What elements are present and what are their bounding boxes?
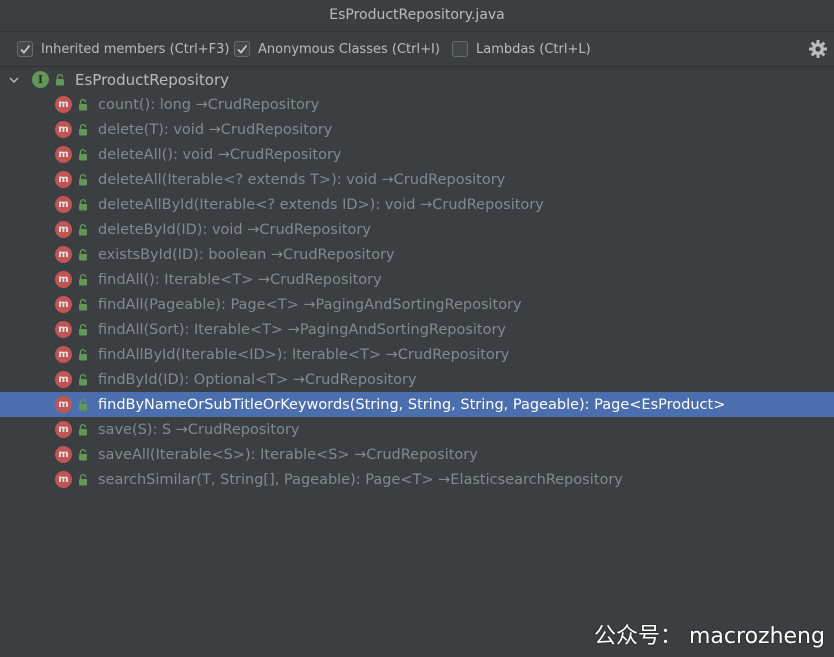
method-icon: m xyxy=(55,471,72,488)
method-label: saveAll(Iterable<S>): Iterable<S> →CrudR… xyxy=(98,446,478,463)
method-icon: m xyxy=(55,121,72,138)
method-list-item[interactable]: m delete(T): void →CrudRepository xyxy=(0,117,834,142)
anonymous-classes-label: Anonymous Classes (Ctrl+I) xyxy=(258,41,440,57)
method-label: save(S): S →CrudRepository xyxy=(98,421,300,438)
method-list-item[interactable]: m findAllById(Iterable<ID>): Iterable<T> … xyxy=(0,342,834,367)
method-label: findByNameOrSubTitleOrKeywords(String, S… xyxy=(98,396,726,413)
unlock-icon xyxy=(79,198,87,210)
unlock-icon xyxy=(79,98,87,110)
root-label: EsProductRepository xyxy=(75,70,230,89)
unlock-icon xyxy=(79,223,87,235)
watermark: 公众号： macrozheng xyxy=(594,624,825,649)
method-icon: m xyxy=(55,196,72,213)
method-list-item[interactable]: m findAll(Pageable): Page<T> →PagingAndSo… xyxy=(0,292,834,317)
method-list-item[interactable]: m save(S): S →CrudRepository xyxy=(0,417,834,442)
method-icon: m xyxy=(55,146,72,163)
method-label: count(): long →CrudRepository xyxy=(98,96,320,113)
filter-toolbar: Inherited members (Ctrl+F3) Anonymous Cl… xyxy=(0,32,834,67)
inherited-members-checkbox[interactable]: Inherited members (Ctrl+F3) xyxy=(17,40,230,58)
unlock-icon xyxy=(79,398,87,410)
method-list-item[interactable]: m deleteAll(Iterable<? extends T>): void … xyxy=(0,167,834,192)
method-label: findAllById(Iterable<ID>): Iterable<T> →… xyxy=(98,346,510,363)
method-label: deleteAll(Iterable<? extends T>): void →… xyxy=(98,171,506,188)
method-icon: m xyxy=(55,396,72,413)
lock-icon xyxy=(56,73,64,85)
method-label: findAll(Sort): Iterable<T> →PagingAndSor… xyxy=(98,321,506,338)
method-list-item[interactable]: m count(): long →CrudRepository xyxy=(0,92,834,117)
structure-tree: I EsProductRepository m count(): long →Cr… xyxy=(0,67,834,657)
method-list-item[interactable]: m findById(ID): Optional<T> →CrudReposito… xyxy=(0,367,834,392)
inherited-members-label: Inherited members (Ctrl+F3) xyxy=(41,41,230,57)
method-icon: m xyxy=(55,296,72,313)
chevron-down-icon[interactable] xyxy=(8,74,20,86)
method-label: searchSimilar(T, String[], Pageable): Pa… xyxy=(98,471,623,488)
method-icon: m xyxy=(55,246,72,263)
method-icon: m xyxy=(55,321,72,338)
unlock-icon xyxy=(79,123,87,135)
unlock-icon xyxy=(79,473,87,485)
method-label: deleteAllById(Iterable<? extends ID>): v… xyxy=(98,196,544,213)
popup-title: EsProductRepository.java xyxy=(0,0,834,32)
gear-icon[interactable] xyxy=(808,39,828,59)
method-label: findAll(Pageable): Page<T> →PagingAndSor… xyxy=(98,296,522,313)
unlock-icon xyxy=(79,348,87,360)
interface-icon: I xyxy=(32,71,49,88)
method-label: deleteById(ID): void →CrudRepository xyxy=(98,221,371,238)
method-icon: m xyxy=(55,96,72,113)
unlock-icon xyxy=(79,148,87,160)
method-icon: m xyxy=(55,446,72,463)
unlock-icon xyxy=(79,298,87,310)
method-icon: m xyxy=(55,271,72,288)
method-label: delete(T): void →CrudRepository xyxy=(98,121,333,138)
method-icon: m xyxy=(55,171,72,188)
unlock-icon xyxy=(79,448,87,460)
method-list-item[interactable]: m findAll(): Iterable<T> →CrudRepository xyxy=(0,267,834,292)
method-list-item[interactable]: m deleteAll(): void →CrudRepository xyxy=(0,142,834,167)
unlock-icon xyxy=(79,373,87,385)
method-list-item[interactable]: m searchSimilar(T, String[], Pageable): P… xyxy=(0,467,834,492)
unlock-icon xyxy=(79,323,87,335)
method-icon: m xyxy=(55,221,72,238)
unlock-icon xyxy=(79,273,87,285)
method-icon: m xyxy=(55,371,72,388)
method-list-item[interactable]: m saveAll(Iterable<S>): Iterable<S> →Crud… xyxy=(0,442,834,467)
method-icon: m xyxy=(55,346,72,363)
lambdas-checkbox[interactable]: Lambdas (Ctrl+L) xyxy=(452,40,591,58)
method-label: existsById(ID): boolean →CrudRepository xyxy=(98,246,395,263)
method-label: findAll(): Iterable<T> →CrudRepository xyxy=(98,271,382,288)
method-list-item[interactable]: m findByNameOrSubTitleOrKeywords(String, … xyxy=(0,392,834,417)
unlock-icon xyxy=(79,248,87,260)
unlock-icon xyxy=(79,173,87,185)
anonymous-classes-checkbox[interactable]: Anonymous Classes (Ctrl+I) xyxy=(234,40,440,58)
method-list-item[interactable]: m deleteAllById(Iterable<? extends ID>): … xyxy=(0,192,834,217)
method-list-item[interactable]: m existsById(ID): boolean →CrudRepository xyxy=(0,242,834,267)
tree-root-node[interactable]: I EsProductRepository xyxy=(0,67,834,92)
method-label: deleteAll(): void →CrudRepository xyxy=(98,146,342,163)
method-list-item[interactable]: m findAll(Sort): Iterable<T> →PagingAndSo… xyxy=(0,317,834,342)
check-icon xyxy=(17,41,33,57)
method-list-item[interactable]: m deleteById(ID): void →CrudRepository xyxy=(0,217,834,242)
check-icon xyxy=(234,41,250,57)
method-icon: m xyxy=(55,421,72,438)
unlock-icon xyxy=(79,423,87,435)
lambdas-label: Lambdas (Ctrl+L) xyxy=(476,41,591,57)
method-label: findById(ID): Optional<T> →CrudRepositor… xyxy=(98,371,417,388)
